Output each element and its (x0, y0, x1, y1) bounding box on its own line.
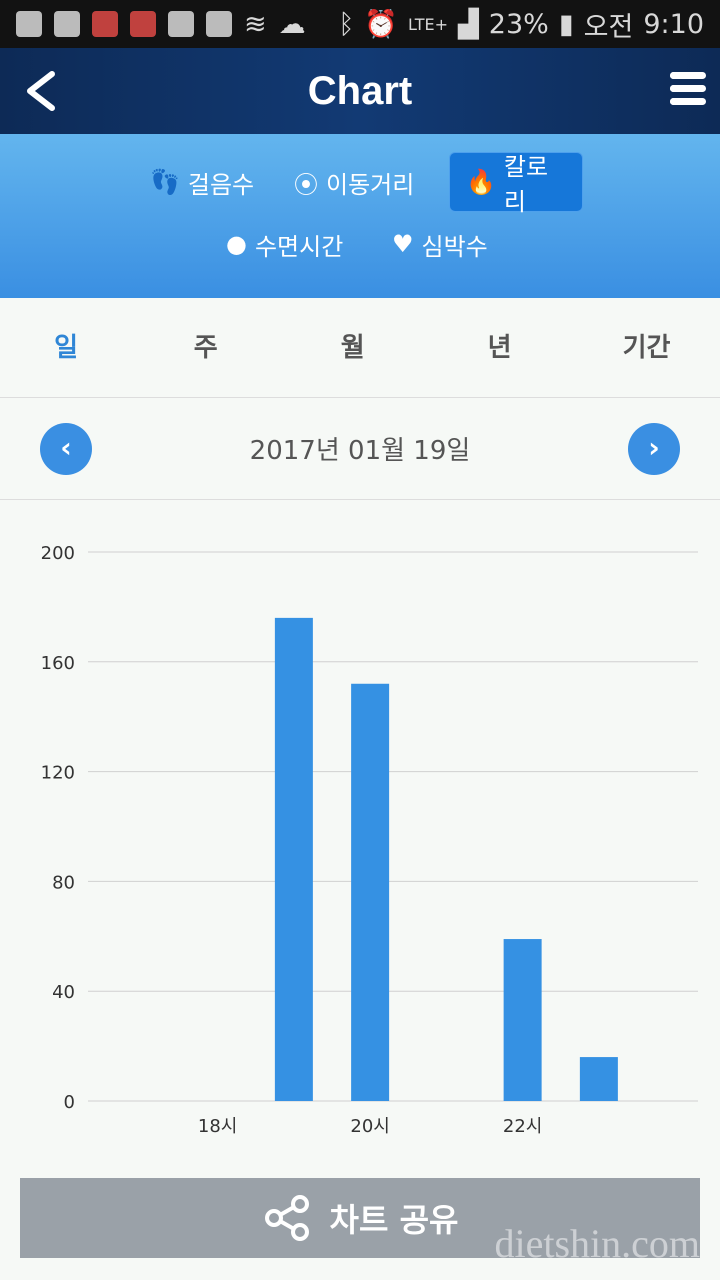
category-distance[interactable]: ⦿ 이동거리 (278, 152, 430, 212)
bar (351, 683, 390, 1101)
next-date-button[interactable]: › (628, 423, 680, 475)
phone-icon (168, 11, 194, 37)
tab-month[interactable]: 월 (279, 298, 426, 397)
y-tick-label: 120 (41, 763, 75, 784)
chevron-left-icon (27, 71, 55, 111)
bar (579, 1057, 618, 1101)
y-tick-label: 80 (52, 872, 75, 893)
share-icon (264, 1195, 309, 1241)
app-icon (92, 11, 118, 37)
y-tick-label: 200 (41, 543, 75, 564)
route-icon: ⦿ (294, 170, 318, 199)
y-tick-label: 0 (64, 1092, 75, 1113)
status-bar: ≋ ☁ ᛒ ⏰ LTE+ ▟ 23% ▮ 오전 9:10 (0, 0, 720, 48)
bar (503, 939, 542, 1101)
wifi-icon: ≋ (244, 8, 267, 40)
back-button[interactable] (22, 68, 62, 114)
bluetooth-icon: ᛒ (338, 8, 355, 40)
tab-week[interactable]: 주 (132, 298, 279, 397)
x-tick-label: 18시 (198, 1116, 237, 1137)
flame-icon: 🔥 (466, 168, 496, 196)
weather-icon: ☁ (278, 8, 306, 40)
gallery-icon (206, 11, 232, 37)
messages-icon (16, 11, 42, 37)
period-tabs: 일 주 월 년 기간 (0, 298, 720, 398)
clock: 9:10 (643, 8, 704, 40)
date-navigator: ‹ 2017년 01월 19일 › (0, 398, 720, 500)
category-calories[interactable]: 🔥 칼로리 (449, 152, 583, 216)
alarm-icon: ⏰ (364, 9, 399, 40)
category-heart-rate[interactable]: ♥ 심박수 (376, 214, 504, 274)
footprints-icon: 👣 (150, 168, 180, 196)
app-header: Chart (0, 48, 720, 134)
battery-icon: ▮ (558, 8, 574, 40)
category-sleep[interactable]: ● 수면시간 (210, 214, 359, 274)
menu-icon (670, 72, 706, 79)
heart-rate-icon: ♥ (392, 230, 414, 258)
calorie-chart: 0 40 80 120 160 200 18시 20시 22시 (41, 543, 698, 1137)
menu-button[interactable] (658, 72, 706, 110)
notification-icon (54, 11, 80, 37)
page-title: Chart (307, 68, 413, 113)
current-date: 2017년 01월 19일 (249, 436, 471, 466)
x-tick-label: 20시 (350, 1116, 389, 1137)
watermark: dietshin.com (494, 1221, 700, 1266)
x-tick-label: 22시 (503, 1116, 542, 1137)
category-steps[interactable]: 👣 걸음수 (134, 152, 270, 212)
tab-year[interactable]: 년 (426, 298, 573, 397)
category-selector: 👣 걸음수 ⦿ 이동거리 🔥 칼로리 ● 수면시간 ♥ 심박수 (0, 134, 720, 298)
y-tick-label: 40 (52, 982, 75, 1003)
bar (274, 617, 313, 1101)
share-label: 차트 공유 (329, 1201, 459, 1239)
y-tick-label: 160 (41, 653, 75, 674)
battery-level: 23% (488, 8, 549, 40)
network-label: LTE+ (408, 14, 449, 34)
app-icon (130, 11, 156, 37)
ampm: 오전 (583, 11, 634, 43)
tab-day[interactable]: 일 (0, 298, 132, 397)
tab-range[interactable]: 기간 (573, 298, 720, 397)
moon-icon: ● (226, 230, 247, 258)
signal-icon: ▟ (458, 8, 479, 40)
prev-date-button[interactable]: ‹ (40, 423, 92, 475)
